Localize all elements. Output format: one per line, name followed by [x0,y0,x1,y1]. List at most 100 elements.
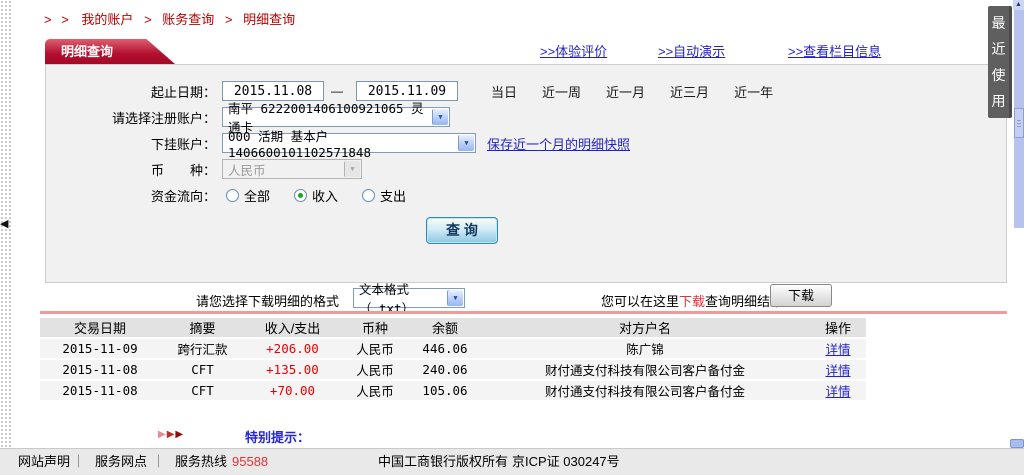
register-account-label: 请选择注册账户： [46,108,216,127]
footer-hotline-number: 95588 [232,449,268,475]
detail-link[interactable]: 详情 [825,385,850,399]
flow-radio-all[interactable]: 全部 [226,186,270,205]
cell-balance: 240.06 [410,360,480,379]
dropdown-arrow-icon: ▼ [344,161,360,177]
download-hint-red: 下载 [679,294,705,309]
download-format-label: 请您选择下载明细的格式 [196,291,339,310]
flow-radio-all-label: 全部 [244,186,270,205]
breadcrumb-separator: > [144,12,152,27]
table-row: 2015-11-09 跨行汇款 +206.00 人民币 446.06 陈广锦 详… [40,339,866,358]
cell-summary: 跨行汇款 [160,339,245,358]
col-header-date: 交易日期 [40,318,160,337]
cell-date: 2015-11-09 [40,339,160,358]
bottom-right-widget[interactable] [1010,439,1024,448]
sub-account-row: 下挂账户： 000 活期 基本户 1406600101102571848 ▼ 保… [46,132,1006,154]
quick-range-today[interactable]: 当日 [491,82,517,101]
footer-bar: 网站声明 ｜ 服务网点 ｜ 服务热线 95588 中国工商银行版权所有 京ICP… [0,448,1024,475]
transactions-table: 交易日期 摘要 收入/支出 币种 余额 对方户名 操作 2015-11-09 跨… [40,316,866,402]
sub-account-label: 下挂账户： [46,134,216,153]
footer-copyright: 中国工商银行版权所有 [378,449,508,475]
col-header-counterparty: 对方户名 [480,318,810,337]
query-form-panel: 起止日期： — 当日 近一周 近一月 近三月 近一年 请选择注册账户： 南平 6… [45,64,1007,283]
table-row: 2015-11-08 CFT +70.00 人民币 105.06 财付通支付科技… [40,381,866,400]
cell-currency: 人民币 [340,339,410,358]
cell-action: 详情 [810,360,866,379]
download-format-select[interactable]: 文本格式（.txt） ▼ [353,288,465,308]
flow-radio-income-label: 收入 [312,186,338,205]
link-view-column-info[interactable]: >>查看栏目信息 [788,41,881,60]
currency-label: 币 种： [46,160,216,179]
footer-separator: ｜ [152,449,165,475]
tab-detail-query[interactable]: 明细查询 [45,39,175,64]
cell-summary: CFT [160,360,245,379]
quick-range-month[interactable]: 近一月 [606,82,645,101]
cell-counterparty: 财付通支付科技有限公司客户备付金 [480,381,810,400]
flow-radio-expense[interactable]: 支出 [362,186,406,205]
breadcrumb-prefix: > > [44,12,72,27]
quick-range-year[interactable]: 近一年 [734,82,773,101]
cell-action: 详情 [810,381,866,400]
cell-date: 2015-11-08 [40,381,160,400]
breadcrumb-detail-query[interactable]: 明细查询 [243,12,295,27]
cell-action: 详情 [810,339,866,358]
table-header-row: 交易日期 摘要 收入/支出 币种 余额 对方户名 操作 [40,318,866,337]
currency-row: 币 种： 人民币 ▼ [46,158,1006,180]
special-notice-label: 特别提示： [245,427,310,446]
date-range-label: 起止日期： [46,82,216,101]
flow-radio-expense-label: 支出 [380,186,406,205]
currency-value: 人民币 [228,160,266,179]
detail-link[interactable]: 详情 [825,364,850,378]
detail-link[interactable]: 详情 [825,343,850,357]
radio-icon[interactable] [294,189,307,202]
date-range-row: 起止日期： — 当日 近一周 近一月 近三月 近一年 [46,80,1006,102]
scrollbar-thumb[interactable] [1014,108,1024,138]
cell-summary: CFT [160,381,245,400]
cell-balance: 105.06 [410,381,480,400]
breadcrumb-account-query[interactable]: 账务查询 [162,12,214,27]
dropdown-arrow-icon: ▼ [447,290,463,306]
icbc-detail-query-page: ◀ > > 我的账户 > 账务查询 > 明细查询 >>体验评价 >>自动演示 >… [0,0,1024,475]
cell-amount: +70.00 [245,381,340,400]
col-header-currency: 币种 [340,318,410,337]
currency-select: 人民币 ▼ [222,159,362,179]
recently-used-tab[interactable]: 最近使用 [988,6,1012,118]
footer-hotline-label: 服务热线 [175,449,227,475]
notice-arrows: ▶▶▶ [158,429,184,440]
col-header-balance: 余额 [410,318,480,337]
col-header-summary: 摘要 [160,318,245,337]
cell-balance: 446.06 [410,339,480,358]
cell-date: 2015-11-08 [40,360,160,379]
notice-arrow-icon: ▶ [158,429,167,440]
breadcrumb-my-account[interactable]: 我的账户 [81,12,133,27]
download-hint-before: 您可以在这里 [601,294,679,309]
download-button[interactable]: 下载 [770,284,832,307]
download-hint: 您可以在这里下载查询明细结果 [601,291,783,310]
scrollbar-grip-icon [1017,120,1021,128]
quick-range-quarter[interactable]: 近三月 [670,82,709,101]
breadcrumb-separator: > [225,12,233,27]
flow-radio-income[interactable]: 收入 [294,186,338,205]
footer-link-service-branches[interactable]: 服务网点 [95,449,147,475]
radio-icon[interactable] [226,189,239,202]
footer-icp-license: 京ICP证 030247号 [512,449,620,475]
link-experience-rating[interactable]: >>体验评价 [540,41,607,60]
fund-flow-label: 资金流向： [46,186,216,205]
save-snapshot-link[interactable]: 保存近一个月的明细快照 [487,134,630,153]
cell-currency: 人民币 [340,381,410,400]
table-row: 2015-11-08 CFT +135.00 人民币 240.06 财付通支付科… [40,360,866,379]
cell-counterparty: 财付通支付科技有限公司客户备付金 [480,360,810,379]
quick-range-week[interactable]: 近一周 [542,82,581,101]
footer-link-site-statement[interactable]: 网站声明 [18,449,70,475]
sub-account-select[interactable]: 000 活期 基本户 1406600101102571848 ▼ [222,133,476,153]
sidebar-collapse-arrow-icon[interactable]: ◀ [0,217,8,230]
radio-icon[interactable] [362,189,375,202]
footer-separator: ｜ [72,449,85,475]
link-auto-demo[interactable]: >>自动演示 [658,41,725,60]
breadcrumb: > > 我的账户 > 账务查询 > 明细查询 [44,9,295,28]
col-header-amount: 收入/支出 [245,318,340,337]
fund-flow-row: 资金流向： 全部 收入 支出 [46,184,1006,206]
sub-account-value: 000 活期 基本户 1406600101102571848 [228,126,453,160]
query-button[interactable]: 查 询 [426,217,498,244]
register-account-select[interactable]: 南平 6222001406100921065 灵通卡 ▼ [222,107,450,127]
scroll-up-arrow-icon[interactable]: ▲ [1013,0,1024,10]
